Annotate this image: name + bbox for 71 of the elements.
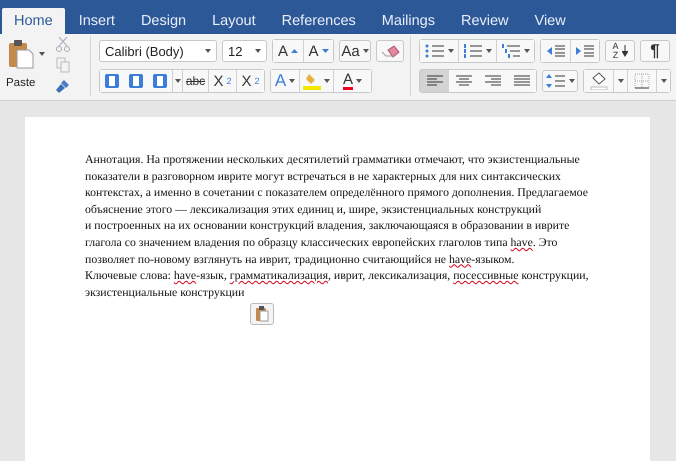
brush-icon[interactable] bbox=[55, 78, 72, 94]
caret-icon bbox=[324, 79, 330, 83]
ribbon-tab[interactable]: Review bbox=[448, 8, 521, 34]
page-icon bbox=[152, 73, 168, 89]
alignment-icon bbox=[484, 75, 500, 87]
up-triangle-icon bbox=[291, 49, 298, 53]
clipboard-icon bbox=[255, 306, 269, 322]
down-arrow-icon bbox=[622, 45, 628, 57]
caret-icon bbox=[660, 79, 666, 83]
line-spacing-button[interactable] bbox=[542, 70, 578, 92]
ribbon-tab[interactable]: Home bbox=[2, 8, 65, 34]
document-text-line: экзистенциальные конструкции bbox=[85, 284, 246, 300]
document-text-line: контекстах, а именно в сочетании с показателем определённого прямого дополнения. Предлагаемое bbox=[85, 184, 589, 201]
page-icon bbox=[128, 73, 144, 89]
caret-icon bbox=[486, 49, 492, 53]
ribbon-tab[interactable]: Design bbox=[128, 8, 198, 34]
document-text-line: Ключевые слова: have-язык, грамматикализация, иврит, лексикализация, посессивные конструкции, bbox=[85, 267, 590, 284]
show-formatting-button[interactable]: ¶ bbox=[640, 40, 670, 62]
ribbon-tab[interactable]: Insert bbox=[66, 8, 127, 34]
increase-indent-button[interactable] bbox=[570, 40, 599, 62]
change-case-button[interactable]: Aa bbox=[339, 40, 371, 62]
sort-button[interactable]: A Z bbox=[605, 40, 635, 62]
styles-dropdown[interactable] bbox=[172, 70, 182, 92]
caret-icon bbox=[524, 49, 530, 53]
clear-formatting-button[interactable] bbox=[376, 40, 404, 62]
strikethrough-button[interactable]: abc bbox=[182, 70, 208, 92]
numbered-list-icon bbox=[463, 43, 483, 59]
line-spacing-icon bbox=[546, 73, 566, 89]
font-color-button[interactable]: A bbox=[333, 70, 371, 92]
caret-icon bbox=[362, 49, 369, 53]
document-text-line: и построенных на их основании конструкций владения, заключающаяся в образовании в иврите bbox=[85, 217, 570, 234]
caret-icon bbox=[356, 79, 362, 83]
borders-dropdown[interactable] bbox=[656, 70, 670, 92]
caret-icon bbox=[205, 49, 211, 53]
outdent-icon bbox=[546, 44, 566, 58]
caret-icon bbox=[174, 79, 180, 83]
ribbon-tab[interactable]: Layout bbox=[200, 8, 268, 34]
multilevel-list-icon bbox=[501, 43, 521, 59]
font-size-field[interactable]: 12 bbox=[222, 40, 267, 62]
document-text-line: показатели в разговорном иврите могут встречаться в не характерных для них синтаксических bbox=[85, 168, 562, 184]
highlighter-icon bbox=[303, 72, 321, 90]
caret-icon[interactable] bbox=[39, 52, 46, 56]
clipboard-icon bbox=[8, 39, 34, 69]
bullet-list-icon bbox=[424, 43, 444, 59]
page-icon bbox=[104, 73, 120, 89]
paste-button[interactable]: Paste bbox=[4, 36, 38, 92]
font-name-field[interactable]: Calibri (Body) bbox=[99, 40, 217, 62]
caret-icon bbox=[618, 79, 624, 83]
alignment-icon bbox=[426, 75, 442, 87]
paste-options-button[interactable] bbox=[250, 303, 274, 325]
document-text-line: позволяет по-новому взглянуть на иврит, традиционно считающийся не have-языком. bbox=[85, 250, 516, 268]
align-button[interactable] bbox=[420, 70, 449, 92]
alignment-icon bbox=[456, 75, 472, 87]
ribbon-tab[interactable]: Mailings bbox=[370, 8, 447, 34]
caret-icon bbox=[448, 49, 454, 53]
caret-icon bbox=[289, 79, 296, 83]
indent-icon bbox=[575, 44, 595, 58]
alignment-icon bbox=[514, 75, 530, 87]
shrink-font-button[interactable]: A bbox=[303, 40, 333, 62]
superscript-button[interactable]: X $^{2}$ bbox=[236, 70, 264, 92]
ribbon-tab[interactable]: View bbox=[522, 8, 578, 34]
multilevel-list-button[interactable] bbox=[496, 40, 534, 62]
down-triangle-icon bbox=[322, 49, 328, 53]
shading-dropdown[interactable] bbox=[613, 70, 627, 92]
document-text-line: объяснение этого — лексикализация этих единиц и, шире, экзистенциальных конструкций bbox=[85, 200, 542, 218]
caret-icon bbox=[255, 49, 261, 53]
document-text-line: глагола со значением владения по образцу классических европейских глаголов типа have. Это bbox=[85, 234, 558, 251]
borders-icon bbox=[634, 73, 650, 89]
document-text-line: Аннотация. На протяжении нескольких десятилетий грамматики отмечают, что экзистенциальные bbox=[85, 151, 581, 168]
ribbon-tab[interactable]: References bbox=[270, 8, 368, 34]
caret-icon bbox=[568, 79, 574, 83]
